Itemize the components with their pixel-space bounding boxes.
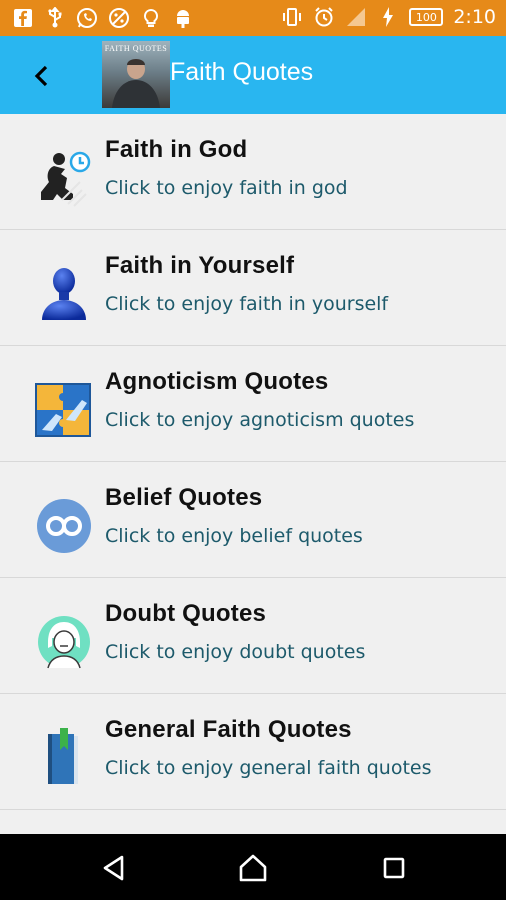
navigation-bar [0,834,506,900]
usb-icon [44,7,66,29]
nav-back-button[interactable] [96,850,132,886]
nav-home-button[interactable] [235,850,271,886]
list-item-agnoticism-quotes[interactable]: Agnoticism Quotes Click to enjoy agnotic… [0,346,506,462]
battery-level: 100 [409,8,444,26]
home-icon [239,854,267,882]
item-title: General Faith Quotes [105,716,352,743]
item-subtitle: Click to enjoy faith in god [105,177,348,199]
item-title: Agnoticism Quotes [105,368,329,395]
list-item-doubt-quotes[interactable]: Doubt Quotes Click to enjoy doubt quotes [0,578,506,694]
item-title: Doubt Quotes [105,600,267,627]
item-subtitle: Click to enjoy doubt quotes [105,641,366,663]
status-bar: 100 2:10 [0,0,506,36]
doubt-face-icon [34,612,94,672]
item-subtitle: Click to enjoy agnoticism quotes [105,409,415,431]
list-item-partial[interactable] [0,810,506,832]
person-bust-icon [34,264,94,324]
book-bookmark-icon [34,728,94,788]
recents-icon [383,857,405,879]
facebook-icon [12,7,34,29]
item-subtitle: Click to enjoy general faith quotes [105,757,432,779]
clock-time: 2:10 [453,6,496,28]
item-title: Belief Quotes [105,484,263,511]
list-item-faith-in-yourself[interactable]: Faith in Yourself Click to enjoy faith i… [0,230,506,346]
item-subtitle: Click to enjoy faith in yourself [105,293,389,315]
vibrate-icon [281,6,303,28]
logo-text: FAITH QUOTES [104,44,168,53]
list-item-faith-in-god[interactable]: Faith in God Click to enjoy faith in god [0,114,506,230]
page-title: Faith Quotes [170,58,314,86]
nav-recents-button[interactable] [376,850,412,886]
palette-icon [108,7,130,29]
android-icon [172,7,194,29]
system-icons: 100 2:10 [281,6,496,28]
app-bar: FAITH QUOTES Faith Quotes [0,36,506,114]
signal-icon [345,6,367,28]
back-arrow-icon [34,65,48,87]
item-title: Faith in God [105,136,248,163]
notification-icons [12,7,194,29]
list-item-belief-quotes[interactable]: Belief Quotes Click to enjoy belief quot… [0,462,506,578]
lightbulb-icon [140,7,162,29]
alarm-icon [313,6,335,28]
back-icon [103,855,124,881]
infinity-circle-icon [34,496,94,556]
list-item-general-faith-quotes[interactable]: General Faith Quotes Click to enjoy gene… [0,694,506,810]
back-button[interactable] [22,56,62,96]
app-logo: FAITH QUOTES [102,41,170,108]
charging-icon [377,6,399,28]
whatsapp-icon [76,7,98,29]
quote-category-list: Faith in God Click to enjoy faith in god… [0,114,506,832]
praying-person-icon [34,148,94,208]
item-subtitle: Click to enjoy belief quotes [105,525,363,547]
item-title: Faith in Yourself [105,252,295,279]
puzzle-hands-icon [34,380,94,440]
